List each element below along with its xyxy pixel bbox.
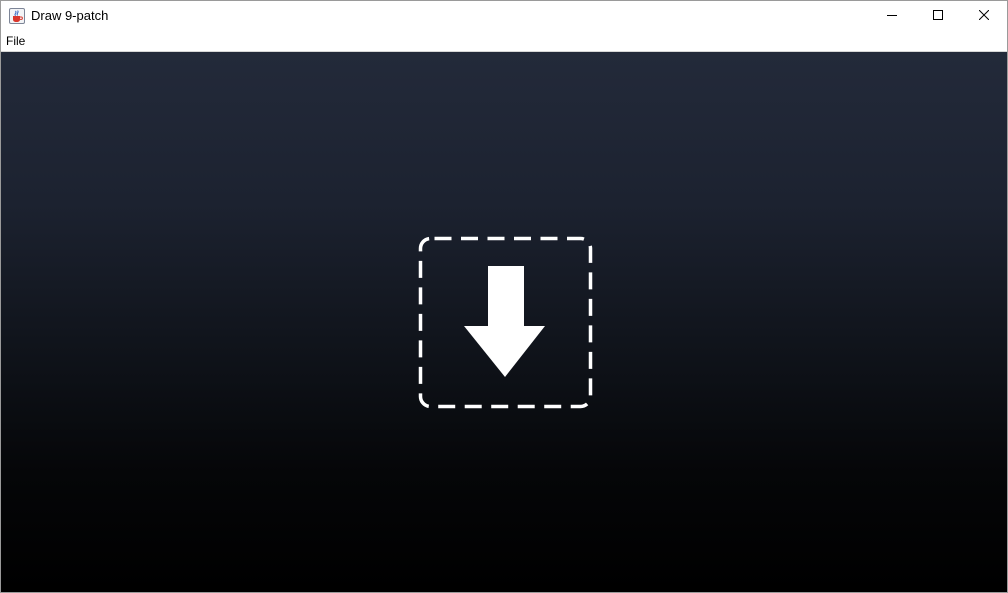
minimize-button[interactable] — [869, 1, 915, 31]
close-button[interactable] — [961, 1, 1007, 31]
maximize-icon — [933, 7, 943, 25]
title-bar[interactable]: Draw 9-patch — [1, 1, 1007, 31]
maximize-button[interactable] — [915, 1, 961, 31]
menu-bar: File — [1, 31, 1007, 51]
drop-zone[interactable] — [418, 236, 594, 410]
window-controls — [869, 1, 1007, 31]
window-title: Draw 9-patch — [31, 8, 109, 23]
close-icon — [978, 7, 990, 25]
java-cup-icon — [9, 8, 25, 24]
minimize-icon — [887, 7, 897, 25]
menu-file[interactable]: File — [6, 34, 25, 48]
drop-canvas[interactable] — [1, 52, 1007, 592]
download-arrow-icon — [418, 236, 594, 414]
app-window: Draw 9-patch File — [0, 0, 1008, 593]
